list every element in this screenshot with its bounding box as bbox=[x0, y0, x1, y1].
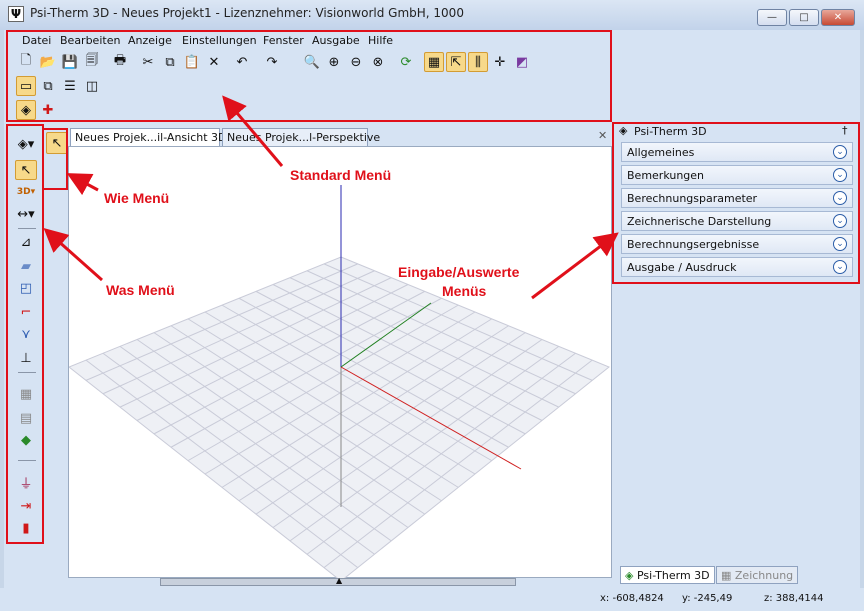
status-x: x: -608,4824 bbox=[600, 593, 664, 604]
close-tab-icon[interactable]: ✕ bbox=[598, 129, 607, 142]
document-tabs: Neues Projek...il-Ansicht 3D Neues Proje… bbox=[68, 128, 612, 146]
tab-detail-3d[interactable]: Neues Projek...il-Ansicht 3D bbox=[70, 128, 227, 146]
drawing-icon: ▦ bbox=[721, 569, 735, 582]
label-wie-menu: Wie Menü bbox=[104, 190, 170, 206]
tab-label: Psi-Therm 3D bbox=[636, 569, 710, 582]
standard-menu-highlight bbox=[6, 30, 612, 122]
label-eingabe-line1: Eingabe/Auswerte bbox=[398, 264, 520, 280]
status-bar: x: -608,4824 y: -245,49 z: 388,4144 bbox=[0, 588, 864, 611]
left-strip bbox=[44, 128, 68, 588]
eingabe-menu-highlight bbox=[612, 122, 860, 284]
label-eingabe-line2: Menüs bbox=[442, 283, 487, 299]
3d-viewport[interactable] bbox=[68, 146, 612, 582]
tab-zeichnung[interactable]: ▦ Zeichnung bbox=[716, 566, 799, 584]
was-menu-highlight bbox=[6, 124, 44, 544]
minimize-button[interactable]: — bbox=[757, 9, 787, 26]
wie-menu-highlight bbox=[42, 128, 68, 190]
title-bar: Ψ Psi-Therm 3D - Neues Projekt1 - Lizenz… bbox=[0, 0, 864, 30]
maximize-button[interactable]: □ bbox=[789, 9, 819, 26]
scroll-arrow-icon[interactable]: ▲ bbox=[336, 576, 342, 585]
tab-label: Zeichnung bbox=[734, 569, 794, 582]
label-was-menu: Was Menü bbox=[106, 282, 175, 298]
label-standard-menu: Standard Menü bbox=[290, 167, 392, 183]
app-icon: Ψ bbox=[8, 6, 24, 22]
close-button[interactable]: ✕ bbox=[821, 9, 855, 26]
window-title: Psi-Therm 3D - Neues Projekt1 - Lizenzne… bbox=[30, 6, 464, 20]
tab-perspective[interactable]: Neues Projek...l-Perspektive bbox=[222, 128, 380, 146]
cube-icon: ◈ bbox=[625, 569, 637, 582]
status-z: z: 388,4144 bbox=[764, 593, 824, 604]
status-y: y: -245,49 bbox=[682, 593, 733, 604]
3d-scene bbox=[68, 185, 610, 582]
tab-psi-therm[interactable]: ◈ Psi-Therm 3D bbox=[620, 566, 715, 584]
